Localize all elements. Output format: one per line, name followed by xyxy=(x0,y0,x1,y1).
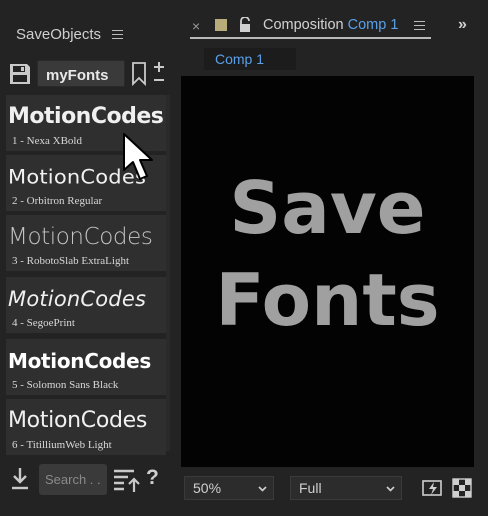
bookmark-icon[interactable] xyxy=(131,61,147,87)
font-preview: MotionCodes xyxy=(8,283,166,315)
active-tab-underline xyxy=(190,37,431,39)
zoom-value: 50% xyxy=(193,480,222,496)
font-preview: MotionCodes xyxy=(8,345,166,377)
close-icon[interactable]: × xyxy=(192,18,200,34)
font-preview: MotionCodes xyxy=(8,101,166,133)
fast-previews-icon[interactable] xyxy=(422,478,444,498)
font-preview-text: MotionCodes xyxy=(8,349,151,373)
font-label: 5 - Solomon Sans Black xyxy=(12,379,119,391)
download-icon[interactable] xyxy=(10,466,30,492)
font-preview-text: MotionCodes xyxy=(8,104,164,129)
resolution-value: Full xyxy=(299,480,322,496)
font-list-scrollbar[interactable] xyxy=(166,95,170,451)
composition-tab-title[interactable]: Composition Comp 1 xyxy=(263,17,398,33)
comp-flowchart-tab[interactable]: Comp 1 xyxy=(204,48,296,70)
label-color-swatch[interactable] xyxy=(215,19,227,31)
font-label: 6 - TitilliumWeb Light xyxy=(12,439,112,451)
font-item[interactable]: MotionCodes 6 - TitilliumWeb Light xyxy=(6,399,166,455)
chevron-down-icon xyxy=(258,486,267,492)
overflow-chevron-icon[interactable]: » xyxy=(458,16,467,34)
help-icon[interactable]: ? xyxy=(146,466,159,490)
tab-comp-name: Comp 1 xyxy=(347,17,399,33)
font-label: 2 - Orbitron Regular xyxy=(12,195,103,207)
save-icon[interactable] xyxy=(8,62,32,86)
panel-menu-icon[interactable] xyxy=(414,21,425,30)
viewer-text-line: Save xyxy=(229,166,426,250)
saveobjects-panel: SaveObjects MotionCodes 1 - Nexa XBold M… xyxy=(0,0,172,516)
lock-icon[interactable] xyxy=(238,17,252,33)
font-preview: MotionCodes xyxy=(8,221,166,253)
plus-minus-icon[interactable] xyxy=(152,60,166,86)
panel-header: SaveObjects xyxy=(0,0,172,50)
font-preview-text: MotionCodes xyxy=(8,408,148,433)
font-item[interactable]: MotionCodes 3 - RobotoSlab ExtraLight xyxy=(6,215,166,271)
font-label: 3 - RobotoSlab ExtraLight xyxy=(12,255,130,267)
hamburger-menu-icon[interactable] xyxy=(112,30,123,39)
font-item[interactable]: MotionCodes 4 - SegoePrint xyxy=(6,277,166,333)
font-preview-text: MotionCodes xyxy=(8,287,147,311)
composition-viewer[interactable]: Save Fonts xyxy=(181,76,474,467)
font-label: 1 - Nexa XBold xyxy=(12,135,82,147)
preset-name-field[interactable] xyxy=(37,60,125,87)
cursor-icon xyxy=(123,133,153,180)
font-preview: MotionCodes xyxy=(8,405,166,437)
tab-prefix: Composition xyxy=(263,17,344,33)
zoom-dropdown[interactable]: 50% xyxy=(184,476,274,500)
sort-icon[interactable] xyxy=(112,466,140,494)
transparency-grid-icon[interactable] xyxy=(452,478,472,498)
resolution-dropdown[interactable]: Full xyxy=(290,476,402,500)
chevron-down-icon xyxy=(386,486,395,492)
search-input[interactable] xyxy=(39,464,107,495)
bottom-toolbar: ? xyxy=(0,462,172,498)
composition-panel: × Composition Comp 1 » Comp 1 Save Fonts… xyxy=(176,0,488,516)
panel-title: SaveObjects xyxy=(16,26,102,43)
font-preview-text: MotionCodes xyxy=(8,224,153,250)
font-label: 4 - SegoePrint xyxy=(12,317,75,329)
font-item[interactable]: MotionCodes 5 - Solomon Sans Black xyxy=(6,339,166,395)
viewer-text-line: Fonts xyxy=(215,258,440,342)
viewer-footer: 50% Full xyxy=(176,470,488,510)
